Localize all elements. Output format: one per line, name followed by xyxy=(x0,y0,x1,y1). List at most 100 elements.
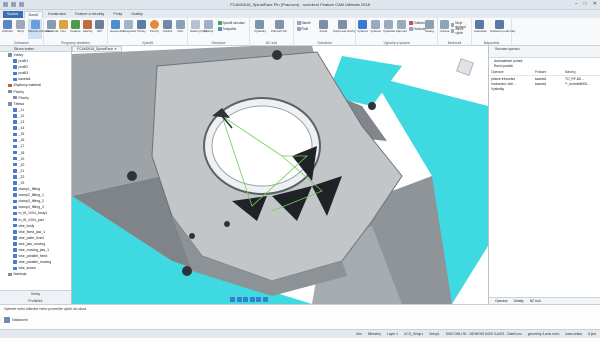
copy-surfaces-icon xyxy=(337,20,347,29)
close-button[interactable]: ✕ xyxy=(593,1,597,7)
select-button[interactable]: Vyberat xyxy=(357,20,368,33)
control-button[interactable]: Řídit xyxy=(297,27,308,31)
nc-tool-button[interactable]: Nástroj (NC) xyxy=(190,20,207,33)
enable-button[interactable]: Zapnout xyxy=(396,20,407,33)
status-bar: Mm Milimetry Layer 1 UCS_Setup1 Setup1 DMG DM… xyxy=(0,329,600,338)
window-controls: – □ ✕ xyxy=(575,1,597,7)
value-icon xyxy=(409,27,413,31)
layer-icon xyxy=(13,77,17,82)
layer-icon xyxy=(13,236,17,240)
operation-row[interactable]: plošné frézování kazeta1 TO_RF-6D... xyxy=(489,76,600,81)
select-box-icon xyxy=(371,20,380,29)
layer-icon xyxy=(8,102,12,106)
geometry-button[interactable]: Geometrie xyxy=(110,20,124,33)
dialog-button[interactable]: Dialog xyxy=(424,20,435,33)
layer-icon xyxy=(13,266,17,271)
toolpaths-button[interactable]: Toolpaths xyxy=(218,27,236,31)
nc-tool-icon xyxy=(191,20,200,29)
step-forward-icon[interactable] xyxy=(249,297,255,302)
close-selection-button[interactable]: Zavřít výběr xyxy=(451,27,471,35)
enable-icon xyxy=(397,20,406,29)
new-button[interactable]: Nov. xyxy=(58,20,69,33)
layer-icon xyxy=(13,230,17,234)
panel-footer-tabs: Vrstvy Prohlížeč xyxy=(0,290,71,304)
tab-graphics[interactable]: Grafiky xyxy=(127,11,146,18)
tab-construction[interactable]: Konstrukce xyxy=(44,11,70,18)
center-bore-inner xyxy=(211,105,313,187)
layer-icon xyxy=(13,193,17,197)
assemble-button[interactable]: Montovat xyxy=(46,20,58,33)
eye-icon xyxy=(3,20,12,29)
layer-icon xyxy=(13,108,17,112)
ribbon-group-calculation: Vyberat Vyberat Výsledek Zapnout Odstran… xyxy=(356,18,438,46)
ribbon-group-view: Zobrazit Skrýt Stínové zobrazení Zobraze… xyxy=(0,18,52,46)
play-icon[interactable] xyxy=(243,297,248,302)
edit-button[interactable]: Úprava xyxy=(439,20,450,33)
lighting-button[interactable]: Světelné podmínky xyxy=(490,20,516,33)
connect-button[interactable]: Spojovací xyxy=(123,20,136,33)
layer-icon xyxy=(8,272,12,277)
run-simulation-button[interactable]: Spustit simulaci xyxy=(218,21,245,25)
sharpen-button[interactable]: Ostr. xyxy=(175,20,186,33)
layer-icon xyxy=(13,211,17,216)
tab-elements[interactable]: Prvky xyxy=(109,11,126,18)
select2-button[interactable]: Vyberat xyxy=(370,20,381,33)
status-item: Mm xyxy=(356,332,362,336)
ribbon-group-options: Úprava Skrýt vyjmout Zavřít výběr Možnos… xyxy=(438,18,472,46)
step-back-icon[interactable] xyxy=(236,297,242,302)
tab-features[interactable]: Feature a obrobky xyxy=(71,11,108,18)
hide-button[interactable]: Skrýt xyxy=(15,20,26,33)
ribbon-tabs: Soubor Domů Konstrukce Feature a obrobky… xyxy=(0,10,600,18)
tab-layers[interactable]: Vrstvy xyxy=(0,291,71,298)
result-button[interactable]: Výsledek xyxy=(383,20,395,33)
stop-icon[interactable] xyxy=(262,297,268,302)
sim-tool-button[interactable]: Nástroj xyxy=(203,20,214,33)
layer-icon xyxy=(13,65,17,69)
autodesk-button[interactable]: Autodesk xyxy=(474,20,487,33)
ribbon-group-clipboard: Stavět Řídit Kopie Kopírovat plochy Schr… xyxy=(294,18,356,46)
copy-button[interactable]: Kopie xyxy=(318,20,329,33)
document-tab[interactable]: FCAM2618_SpinalFace ✕ xyxy=(72,46,122,52)
fast-forward-icon[interactable] xyxy=(256,297,261,302)
show-nc-button[interactable]: Zobrazit NC xyxy=(270,20,288,33)
tree-item[interactable]: Nástroje xyxy=(0,271,71,277)
tool-icon xyxy=(83,20,92,29)
tab-file[interactable]: Soubor xyxy=(3,11,23,18)
build-icon xyxy=(297,21,301,25)
layer-icon xyxy=(13,162,17,167)
layer-icon xyxy=(13,150,17,155)
bolt-hole xyxy=(272,50,282,60)
shaded-view-button[interactable]: Stínové zobrazení xyxy=(28,19,52,39)
operations-toolbar: Seznam operací xyxy=(489,46,600,58)
api-button[interactable]: API xyxy=(94,20,105,33)
layer-icon xyxy=(13,71,17,76)
layer-icon xyxy=(13,260,17,264)
rewind-icon[interactable] xyxy=(230,297,235,302)
nc-code-icon xyxy=(274,20,284,29)
cursor-icon xyxy=(358,20,367,29)
results-button[interactable]: Výsledky xyxy=(254,20,266,33)
operation-row[interactable]: hrubování: obě... kazeta1 **_endmill6000… xyxy=(489,81,600,86)
maximize-button[interactable]: □ xyxy=(584,1,587,7)
remove-icon xyxy=(409,21,413,25)
api-icon xyxy=(95,20,104,29)
operation-row[interactable]: Výsledky xyxy=(489,87,600,92)
other-button[interactable]: Ostatní xyxy=(162,20,173,33)
connect-icon xyxy=(124,20,133,29)
show-button[interactable]: Zobrazit xyxy=(2,20,13,33)
bolt-hole xyxy=(189,233,195,239)
minimize-button[interactable]: – xyxy=(575,1,578,7)
layer-icon xyxy=(13,126,17,130)
copy-surfaces-button[interactable]: Kopírovat plochy xyxy=(333,20,355,33)
tool-button[interactable]: Nástroj xyxy=(82,20,93,33)
window-title: FCAM2618_SpinalFace Pin (Pracovní) - roz… xyxy=(230,2,370,7)
layer-icon xyxy=(8,53,12,57)
bolt-hole xyxy=(182,266,192,276)
feature-button[interactable]: Feature xyxy=(70,20,81,33)
3d-viewport[interactable]: FCAM2618_SpinalFace ✕ xyxy=(72,46,488,304)
surfaces-button[interactable]: Plochy xyxy=(149,20,160,33)
settings-link[interactable]: Nastavení xyxy=(4,317,28,323)
curves-button[interactable]: Křivky xyxy=(136,20,147,33)
tab-home[interactable]: Domů xyxy=(23,11,44,18)
build-button[interactable]: Stavět xyxy=(297,21,311,25)
